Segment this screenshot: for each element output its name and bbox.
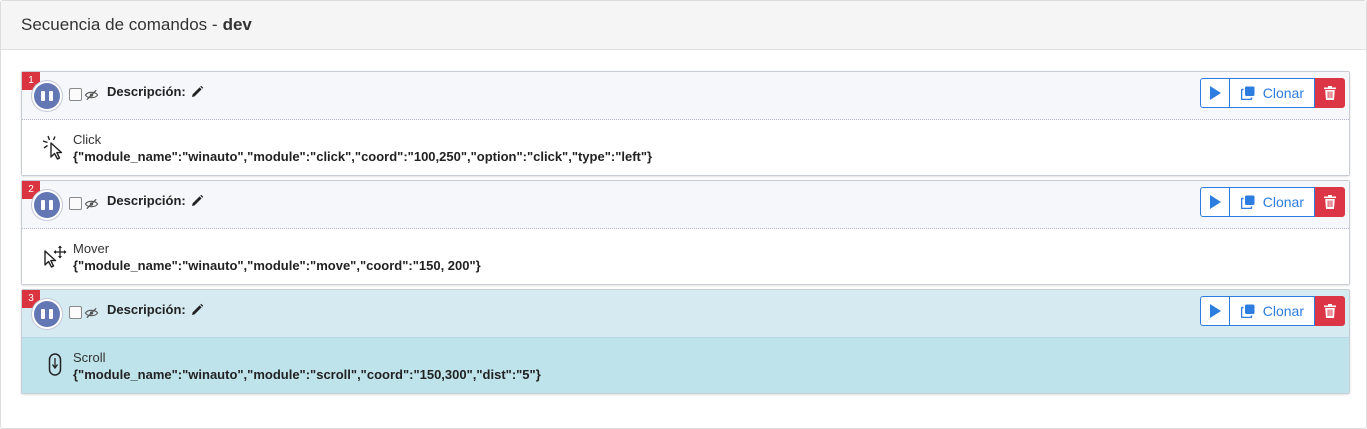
step-card: 1 Descripción: Clonar Click {"module_nam… [21,71,1350,176]
run-step-button[interactable] [1199,296,1230,326]
trash-icon [1324,195,1336,209]
step-select-checkbox[interactable] [69,88,82,101]
play-icon [1209,195,1221,209]
clone-label: Clonar [1262,194,1304,210]
step-command[interactable]: Mover {"module_name":"winauto","module":… [22,229,1349,284]
mouse-click-icon [42,135,63,160]
step-header: 3 Descripción: Clonar [22,290,1349,338]
clone-label: Clonar [1262,85,1304,101]
description-text: Descripción: [107,84,186,99]
run-step-button[interactable] [1199,78,1230,108]
play-icon [1209,304,1221,318]
clone-label: Clonar [1262,303,1304,319]
command-name: Click [73,132,102,147]
step-command[interactable]: Scroll {"module_name":"winauto","module"… [22,338,1349,393]
eye-slash-icon[interactable] [84,89,99,101]
command-sequence-panel: Secuencia de comandos - dev 1 Descripció… [0,0,1367,429]
delete-step-button[interactable] [1315,296,1345,326]
step-command[interactable]: Click {"module_name":"winauto","module":… [22,120,1349,175]
play-icon [1209,86,1221,100]
clone-step-button[interactable]: Clonar [1229,78,1315,108]
pencil-icon[interactable] [190,85,204,99]
clone-step-button[interactable]: Clonar [1229,187,1315,217]
step-actions: Clonar [1199,78,1345,108]
environment-name: dev [222,15,252,34]
pencil-icon[interactable] [190,303,204,317]
clone-icon [1240,195,1255,209]
pause-toggle-button[interactable] [34,83,60,109]
mouse-scroll-icon [48,353,62,376]
clone-icon [1240,86,1255,100]
panel-header: Secuencia de comandos - dev [1,1,1366,50]
eye-slash-icon[interactable] [84,198,99,210]
description-text: Descripción: [107,302,186,317]
mouse-move-icon [44,245,67,268]
step-actions: Clonar [1199,187,1345,217]
step-select-checkbox[interactable] [69,306,82,319]
pause-toggle-button[interactable] [34,192,60,218]
clone-icon [1240,304,1255,318]
description-text: Descripción: [107,193,186,208]
run-step-button[interactable] [1199,187,1230,217]
eye-slash-icon[interactable] [84,307,99,319]
steps-list: 1 Descripción: Clonar Click {"module_nam… [21,71,1350,398]
step-actions: Clonar [1199,296,1345,326]
trash-icon [1324,304,1336,318]
step-header: 1 Descripción: Clonar [22,72,1349,120]
clone-step-button[interactable]: Clonar [1229,296,1315,326]
description-label: Descripción: [107,193,204,208]
step-select-checkbox[interactable] [69,197,82,210]
page-title: Secuencia de comandos - [21,15,218,34]
command-name: Scroll [73,350,106,365]
command-parameters: {"module_name":"winauto","module":"move"… [73,258,481,273]
trash-icon [1324,86,1336,100]
pause-toggle-button[interactable] [34,301,60,327]
command-parameters: {"module_name":"winauto","module":"click… [73,149,653,164]
command-parameters: {"module_name":"winauto","module":"scrol… [73,367,541,382]
step-card: 2 Descripción: Clonar Mover {"module_nam… [21,180,1350,285]
description-label: Descripción: [107,302,204,317]
delete-step-button[interactable] [1315,78,1345,108]
description-label: Descripción: [107,84,204,99]
pencil-icon[interactable] [190,194,204,208]
delete-step-button[interactable] [1315,187,1345,217]
step-card-selected: 3 Descripción: Clonar Scroll {"module_na… [21,289,1350,394]
step-header: 2 Descripción: Clonar [22,181,1349,229]
command-name: Mover [73,241,110,256]
